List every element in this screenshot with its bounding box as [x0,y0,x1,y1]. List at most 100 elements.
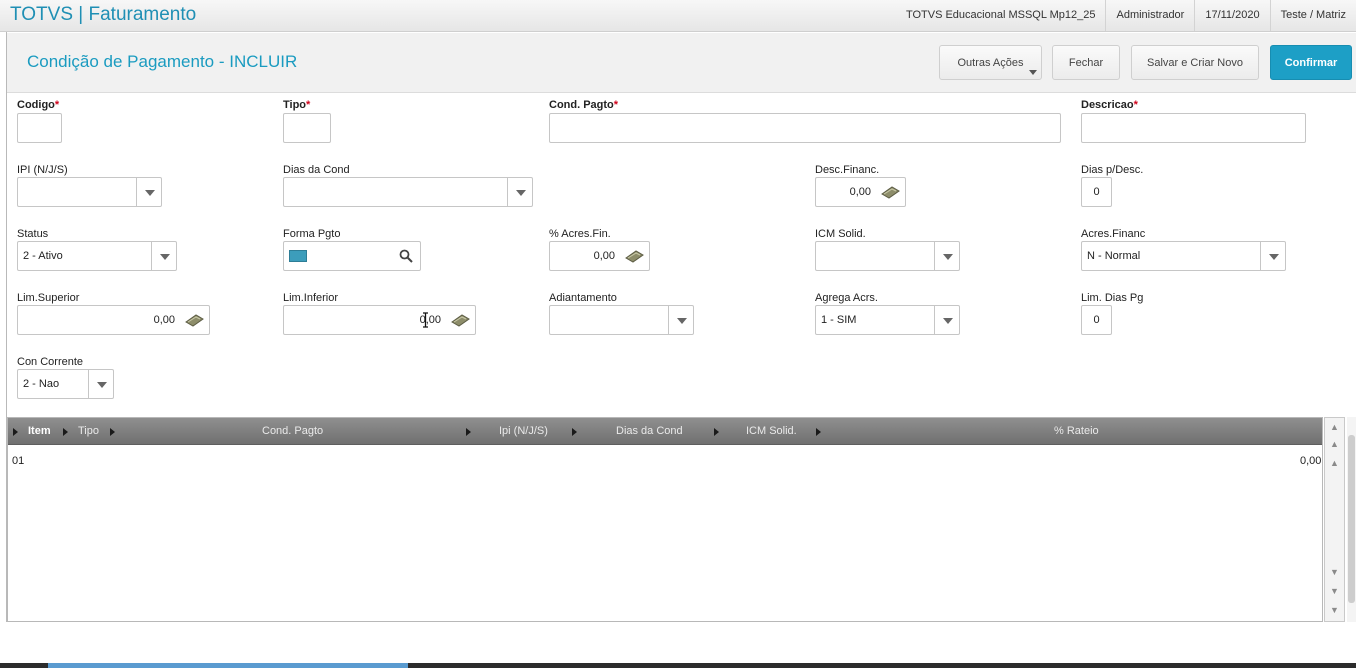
desc-financ-label: Desc.Financ. [815,164,880,176]
column-marker-icon [714,428,719,436]
adiantamento-label: Adiantamento [549,292,617,304]
acres-fin-field[interactable]: 0,00 [549,241,650,271]
date-info: 17/11/2020 [1194,0,1269,31]
column-marker-icon [816,428,821,436]
app-info: TOTVS Educacional MSSQL Mp12_25 Administ… [896,0,1356,31]
scroll-bottom-icon[interactable]: ▼ [1327,603,1342,618]
forma-pgto-label: Forma Pgto [283,228,341,240]
money-icon[interactable] [184,313,204,327]
close-button[interactable]: Fechar [1052,45,1120,80]
more-actions-label: Outras Ações [957,56,1024,69]
page-scrollbar[interactable] [1347,417,1356,622]
selected-text-highlight [289,250,307,262]
scroll-down-icon[interactable]: ▼ [1327,565,1342,580]
column-marker-icon [572,428,577,436]
chevron-down-icon[interactable] [136,178,161,206]
con-corrente-select[interactable]: 2 - Nao [17,369,114,399]
search-icon[interactable] [399,249,413,263]
lim-dias-pg-field[interactable]: 0 [1081,305,1112,335]
grid-scrollbar[interactable]: ▲ ▲ ▲ ▼ ▼ ▼ [1324,417,1345,622]
money-icon[interactable] [624,249,644,263]
column-marker-icon [110,428,115,436]
con-corrente-value: 2 - Nao [23,378,60,390]
agrega-acrs-label: Agrega Acrs. [815,292,878,304]
scrollbar-thumb[interactable] [1348,435,1355,603]
lim-superior-value: 0,00 [153,314,175,326]
page-header: Condição de Pagamento - INCLUIR Outras A… [7,33,1356,93]
chevron-down-icon[interactable] [507,178,532,206]
lim-dias-pg-value: 0 [1093,314,1100,326]
adiantamento-select[interactable] [549,305,694,335]
column-header-dias-cond[interactable]: Dias da Cond [616,418,683,445]
desc-financ-field[interactable]: 0,00 [815,177,906,207]
column-marker-icon [13,428,18,436]
icm-solid-label: ICM Solid. [815,228,866,240]
app-title: TOTVS | Faturamento [10,4,197,25]
status-select[interactable]: 2 - Ativo [17,241,177,271]
column-header-rateio[interactable]: % Rateio [1054,418,1099,445]
column-header-cond-pagto[interactable]: Cond. Pagto [262,418,323,445]
column-header-item[interactable]: Item [28,418,51,445]
lim-superior-field[interactable]: 0,00 [17,305,210,335]
desc-financ-value: 0,00 [849,186,871,198]
taskbar-active-item [48,663,408,668]
chevron-down-icon[interactable] [1260,242,1285,270]
text-cursor-icon [423,312,428,328]
tipo-field[interactable] [283,113,331,143]
chevron-down-icon[interactable] [88,370,113,398]
money-icon[interactable] [880,185,900,199]
column-header-ipi[interactable]: Ipi (N/J/S) [499,418,548,445]
more-actions-button[interactable]: Outras Ações [939,45,1042,80]
status-label: Status [17,228,49,240]
cell-item[interactable]: 01 [12,455,24,467]
lim-inferior-label: Lim.Inferior [283,292,339,304]
con-corrente-label: Con Corrente [17,356,84,368]
save-and-new-button[interactable]: Salvar e Criar Novo [1131,45,1259,80]
chevron-down-icon [1029,70,1037,75]
confirm-button[interactable]: Confirmar [1270,45,1352,80]
agrega-acrs-select[interactable]: 1 - SIM [815,305,960,335]
money-icon[interactable] [450,313,470,327]
dias-cond-select[interactable] [283,177,533,207]
column-header-icm-solid[interactable]: ICM Solid. [746,418,797,445]
acres-financ-select[interactable]: N - Normal [1081,241,1286,271]
scroll-top-icon[interactable]: ▲ [1327,420,1342,435]
branch-info: Teste / Matriz [1269,0,1356,31]
grid-header: Item Tipo Cond. Pagto Ipi (N/J/S) Dias d… [8,418,1322,445]
acres-financ-label: Acres.Financ [1081,228,1146,240]
acres-fin-value: 0,00 [593,250,615,262]
page-title: Condição de Pagamento - INCLUIR [27,52,298,71]
descricao-field[interactable] [1081,113,1306,143]
scroll-page-up-icon[interactable]: ▲ [1327,437,1342,452]
chevron-down-icon[interactable] [934,242,959,270]
codigo-field[interactable] [17,113,62,143]
dias-desc-field[interactable]: 0 [1081,177,1112,207]
descricao-label: Descricao* [1081,99,1138,111]
dias-cond-label: Dias da Cond [283,164,350,176]
acres-financ-value: N - Normal [1087,250,1141,262]
tipo-label: Tipo* [283,99,311,111]
scroll-page-down-icon[interactable]: ▼ [1327,584,1342,599]
cond-pagto-field[interactable] [549,113,1061,143]
chevron-down-icon[interactable] [934,306,959,334]
ipi-label: IPI (N/J/S) [17,164,68,176]
taskbar [0,663,1356,668]
user-info: Administrador [1105,0,1194,31]
column-header-tipo[interactable]: Tipo [78,418,99,445]
agrega-acrs-value: 1 - SIM [821,314,857,326]
acres-fin-label: % Acres.Fin. [549,228,611,240]
chevron-down-icon[interactable] [668,306,693,334]
cell-rateio[interactable]: 0,00 [1300,455,1321,467]
lim-inferior-field[interactable]: 0,00 [283,305,476,335]
ipi-select[interactable] [17,177,162,207]
cond-pagto-label: Cond. Pagto* [549,99,619,111]
footer-area [0,622,1356,663]
lim-superior-label: Lim.Superior [17,292,80,304]
environment-info: TOTVS Educacional MSSQL Mp12_25 [905,9,1096,21]
forma-pgto-field[interactable] [283,241,421,271]
icm-solid-select[interactable] [815,241,960,271]
scroll-up-icon[interactable]: ▲ [1327,456,1342,471]
column-marker-icon [63,428,68,436]
chevron-down-icon[interactable] [151,242,176,270]
items-grid: Item Tipo Cond. Pagto Ipi (N/J/S) Dias d… [7,417,1323,622]
